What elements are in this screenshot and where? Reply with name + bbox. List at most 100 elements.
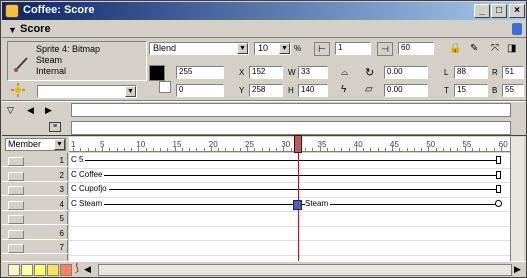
marker-menu-icon[interactable]: ▽ <box>7 105 14 116</box>
channel-row[interactable]: 7 <box>2 241 68 254</box>
channel-number: 5 <box>59 214 64 223</box>
frame-ruler[interactable]: 1 5 10 15 20 25 30 35 40 45 50 55 60 <box>69 137 511 152</box>
sprite-end-frame-marker[interactable] <box>496 156 501 164</box>
skew-field[interactable]: 0.00 <box>384 84 428 97</box>
keyframe-marker[interactable] <box>293 200 302 210</box>
frame-tick-mark <box>493 148 495 151</box>
frame-tick-mark <box>254 148 256 151</box>
maximize-button[interactable]: □ <box>491 4 507 18</box>
behavior-gem-icon[interactable] <box>11 83 25 97</box>
frame-tick-mark <box>471 148 473 151</box>
sprite-end-frame-circle[interactable] <box>495 199 502 207</box>
channel-gridline <box>69 196 511 198</box>
director-app-icon <box>5 4 19 18</box>
channel-toggle[interactable] <box>8 229 24 239</box>
color-swatch-2[interactable] <box>21 264 33 276</box>
channel-row[interactable]: 6 <box>2 227 68 240</box>
channel-row[interactable]: 3 <box>2 183 68 196</box>
minimize-button[interactable]: _ <box>474 4 490 18</box>
scroll-right-icon[interactable]: ▶ <box>514 264 521 275</box>
editable-icon[interactable]: ✎ <box>470 43 478 54</box>
title-bar[interactable]: Coffee: Score _ □ × <box>2 2 526 20</box>
bottom-field[interactable]: 55 <box>502 84 524 97</box>
channel-numbers: 1 2 3 4 5 6 7 <box>2 153 68 261</box>
frame-tick-mark <box>225 148 227 151</box>
channel-toggle[interactable] <box>8 244 24 253</box>
frame-tick-mark <box>479 148 480 151</box>
end-frame-field[interactable]: 60 <box>398 42 434 55</box>
frame-tick-mark <box>203 148 205 151</box>
frame-tick-mark <box>442 148 444 151</box>
channel-toggle[interactable] <box>8 215 24 224</box>
ink-value: Blend <box>153 43 177 53</box>
chevron-down-icon: ▼ <box>125 86 136 97</box>
frame-tick-mark <box>174 146 176 151</box>
lock-icon[interactable]: 🔒 <box>449 43 461 54</box>
sprite-keyframe-label: Steam <box>305 198 331 209</box>
sprite-span[interactable]: C Steam Steam <box>71 198 502 210</box>
blend-dropdown[interactable]: 10 ▼ <box>254 42 291 55</box>
channel-toggle[interactable] <box>8 171 24 181</box>
channel-number: 4 <box>59 199 64 209</box>
frame-tick-mark <box>464 146 466 151</box>
background-color-chip[interactable] <box>159 81 171 93</box>
sprite-span[interactable]: C 5 <box>71 155 501 166</box>
channel-row[interactable]: 1 <box>2 154 68 167</box>
sprite-end-frame-marker[interactable] <box>496 185 501 193</box>
frame-tick-mark <box>189 148 190 151</box>
display-mode-dropdown[interactable]: Member ▼ <box>5 138 66 151</box>
color-swatch-1[interactable] <box>8 264 20 276</box>
previous-marker-icon[interactable]: ◀ <box>27 105 34 116</box>
sprite-span[interactable]: C Coffee <box>71 169 501 181</box>
color-swatch-5[interactable] <box>60 264 72 276</box>
w-field[interactable]: 33 <box>298 66 328 79</box>
movable-icon[interactable]: ⤧ <box>491 43 499 54</box>
zoom-icon[interactable]: ⟆ <box>75 263 79 274</box>
sprite-span[interactable]: C Cupofjo <box>71 184 501 195</box>
channel-gridline <box>69 254 511 256</box>
script-channel[interactable] <box>71 121 511 135</box>
frame-tick-mark <box>87 148 89 151</box>
right-field[interactable]: 51 <box>502 66 524 79</box>
end-frame-icon: ⊣ <box>377 42 393 56</box>
channel-row[interactable]: 5 <box>2 212 68 225</box>
frame-tick-mark <box>232 148 234 151</box>
collapse-triangle-icon[interactable]: ▼ <box>8 25 17 35</box>
channel-toggle[interactable] <box>8 186 24 195</box>
score-grid[interactable]: C 5 C Coffee C Cupofjo C Steam Steam <box>69 153 511 261</box>
channel-toggle[interactable] <box>8 157 24 166</box>
ink-dropdown[interactable]: Blend ▼ <box>149 42 249 55</box>
behavior-dropdown[interactable]: ▼ <box>37 85 137 98</box>
frame-tick-mark <box>305 148 306 151</box>
channel-toggle[interactable] <box>8 200 24 210</box>
rotation-field[interactable]: 0.00 <box>384 66 428 79</box>
sprite-end-frame-marker[interactable] <box>496 170 501 179</box>
frame-tick-mark <box>247 146 248 151</box>
foreground-color-field[interactable]: 255 <box>176 66 224 79</box>
frame-tick-mark <box>268 148 270 151</box>
x-field[interactable]: 152 <box>249 66 283 79</box>
foreground-color-chip[interactable] <box>149 65 165 81</box>
playhead-handle[interactable] <box>294 135 302 153</box>
color-swatch-3[interactable] <box>34 264 46 276</box>
next-marker-icon[interactable]: ▶ <box>45 105 52 116</box>
left-field[interactable]: 88 <box>454 66 488 79</box>
trails-icon[interactable]: ◨ <box>507 43 516 54</box>
channel-row[interactable]: 2 <box>2 169 68 182</box>
y-field[interactable]: 258 <box>249 84 283 97</box>
start-frame-field[interactable]: 1 <box>335 42 371 55</box>
color-swatch-4[interactable] <box>47 264 59 276</box>
h-field[interactable]: 140 <box>298 84 328 97</box>
close-button[interactable]: × <box>509 4 525 18</box>
top-field[interactable]: 15 <box>454 84 488 97</box>
channel-row[interactable]: 4 <box>2 198 68 211</box>
horizontal-scrollbar[interactable] <box>98 264 512 276</box>
markers-channel[interactable] <box>71 103 511 117</box>
scroll-left-icon[interactable]: ◀ <box>84 264 91 275</box>
frame-tick-mark <box>450 148 451 151</box>
help-icon[interactable] <box>512 23 522 35</box>
background-color-field[interactable]: 0 <box>176 84 224 97</box>
vertical-scrollbar[interactable] <box>510 137 524 261</box>
sprite-thumbnail-panel: Sprite 4: Bitmap Steam Internal <box>7 41 147 81</box>
script-channel-icon[interactable]: ≡ <box>49 122 61 132</box>
